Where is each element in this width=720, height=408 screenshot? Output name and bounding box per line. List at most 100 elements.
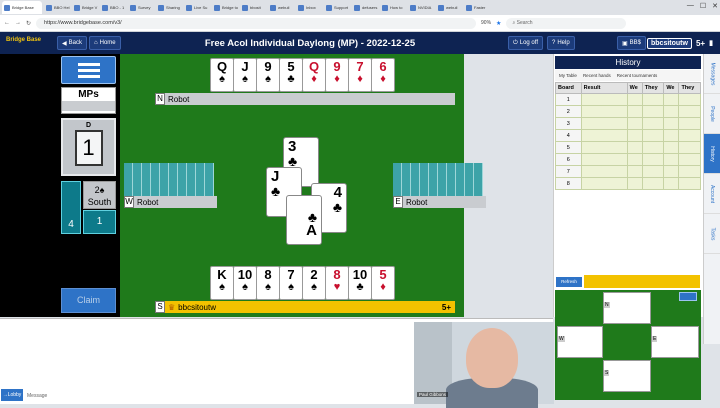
url-field[interactable]: https://www.bridgebase.com/v3/ (36, 17, 477, 29)
browser-tab[interactable]: How to (380, 1, 406, 14)
playing-card[interactable]: 9 ♦ (325, 58, 349, 92)
favicon-icon (466, 4, 472, 11)
table-row[interactable]: 8 (555, 177, 701, 190)
user-info: bbcsitoutw 5+ ▮ (647, 36, 713, 50)
table-row[interactable]: 6 (555, 153, 701, 166)
browser-tab[interactable]: bbosit (240, 1, 266, 14)
result-cell (580, 117, 628, 130)
sidetab-account[interactable]: Account (704, 174, 720, 214)
browser-tab[interactable]: Faster (464, 1, 490, 14)
result-cell (678, 141, 701, 154)
playing-card[interactable]: Q ♠ (210, 58, 234, 92)
playing-card[interactable]: J ♠ (233, 58, 257, 92)
west-hand-backs (124, 163, 218, 196)
playing-card[interactable]: 9 ♠ (256, 58, 280, 92)
table-row[interactable]: 2 (555, 105, 701, 118)
playing-card[interactable]: 10 ♠ (233, 266, 257, 300)
message-input[interactable]: Message (27, 393, 47, 399)
lobby-button[interactable]: →Lobby (1, 389, 23, 401)
playing-card[interactable]: 7 ♦ (348, 58, 372, 92)
sidetab-people[interactable]: People (704, 94, 720, 134)
browser-tab[interactable]: Support (324, 1, 350, 14)
forward-arrow-icon[interactable]: → (15, 20, 21, 26)
column-header: They (641, 82, 665, 94)
playing-card[interactable]: K ♠ (210, 266, 234, 300)
browser-tab[interactable]: Bridge V (72, 1, 98, 14)
browser-tab[interactable]: webuil (436, 1, 462, 14)
tab-recent-tournaments[interactable]: Recent tournaments (617, 73, 658, 78)
address-bar: ← → ↻ https://www.bridgebase.com/v3/ 90%… (0, 15, 720, 32)
seat-north: N Robot (155, 93, 455, 105)
table-row[interactable]: 4 (555, 129, 701, 142)
browser-tab[interactable]: Bridge Base (2, 1, 42, 14)
browser-tab[interactable]: Survey (128, 1, 154, 14)
browser-tab[interactable]: Sharing (156, 1, 182, 14)
logoff-button[interactable]: ⏻ Log off (508, 36, 543, 50)
browser-tab[interactable]: defusers (352, 1, 378, 14)
browser-tab[interactable]: Inbox (296, 1, 322, 14)
back-arrow-icon[interactable]: ← (4, 20, 10, 26)
maximize-icon[interactable]: ☐ (700, 2, 706, 10)
help-button[interactable]: ? Help (547, 36, 575, 50)
wallet-icon: ▣ (622, 40, 628, 47)
result-cell (580, 141, 628, 154)
menu-button[interactable] (61, 56, 116, 84)
crown-icon: ♛ (168, 302, 176, 312)
player-name[interactable]: bbcsitoutw (178, 303, 216, 312)
playing-card[interactable]: 2 ♠ (302, 266, 326, 300)
bb-dollars-button[interactable]: ▣ BB$ (617, 36, 647, 50)
seat-east: E Robot (393, 196, 486, 208)
result-cell (678, 165, 701, 178)
sidetab-messages[interactable]: Messages (704, 54, 720, 94)
table-row[interactable]: 3 (555, 117, 701, 130)
username-badge[interactable]: bbcsitoutw (647, 37, 692, 49)
contract: 2♠ (94, 185, 105, 195)
playing-card[interactable]: 6 ♦ (371, 58, 395, 92)
browser-tab[interactable]: webuil (268, 1, 294, 14)
player-name[interactable]: Robot (137, 198, 158, 207)
home-button[interactable]: ⌂ Home (89, 36, 121, 50)
browser-tab[interactable]: Bridge to (212, 1, 238, 14)
seat-south: S ♛ bbcsitoutw 5+ (155, 301, 455, 313)
back-button[interactable]: ◀ Back (57, 36, 87, 50)
tab-my-table[interactable]: My Table (559, 73, 577, 78)
player-name[interactable]: Robot (406, 198, 427, 207)
table-row[interactable]: 7 (555, 165, 701, 178)
star-icon[interactable]: ★ (496, 20, 501, 27)
playing-card[interactable]: 8 ♠ (256, 266, 280, 300)
playing-card[interactable]: 10 ♣ (348, 266, 372, 300)
mini-bar (584, 275, 700, 288)
page-title: Free Acol Individual Daylong (MP) - 2022… (204, 38, 416, 49)
close-icon[interactable]: ✕ (712, 2, 718, 10)
table-row[interactable]: 5 (555, 141, 701, 154)
result-cell (626, 129, 643, 142)
browser-tab[interactable]: BBO Hel (44, 1, 70, 14)
table-row[interactable]: 1 (555, 93, 701, 106)
board-number: 1 (74, 130, 103, 166)
playing-card[interactable]: 5 ♣ (279, 58, 303, 92)
tab-recent-hands[interactable]: Recent hands (583, 73, 611, 78)
minimize-icon[interactable]: — (687, 2, 694, 10)
claim-button[interactable]: Claim (61, 288, 116, 313)
column-header: Board (555, 82, 582, 94)
result-cell (641, 177, 665, 190)
playing-card[interactable]: 5 ♦ (371, 266, 395, 300)
mini-menu-button[interactable] (679, 292, 697, 301)
playing-card[interactable]: 7 ♠ (279, 266, 303, 300)
favicon-icon (74, 4, 80, 11)
playing-card[interactable]: 8 ♥ (325, 266, 349, 300)
direction-label: W (124, 196, 134, 208)
sidetab-history[interactable]: History (704, 134, 720, 174)
player-name[interactable]: Robot (168, 95, 189, 104)
playing-card[interactable]: Q ♦ (302, 58, 326, 92)
refresh-button[interactable]: Refresh (556, 277, 582, 287)
browser-search-field[interactable]: ⌕ Search (506, 17, 627, 29)
result-cell (580, 93, 628, 106)
browser-tab[interactable]: NVIDIA (408, 1, 434, 14)
reload-icon[interactable]: ↻ (26, 20, 31, 27)
browser-tab[interactable]: Live Su (184, 1, 210, 14)
side-tabs: Messages People History Account Tasks (703, 54, 720, 344)
browser-tab[interactable]: BBO - 1 (100, 1, 126, 14)
sidetab-tasks[interactable]: Tasks (704, 214, 720, 254)
direction-label: E (393, 196, 403, 208)
